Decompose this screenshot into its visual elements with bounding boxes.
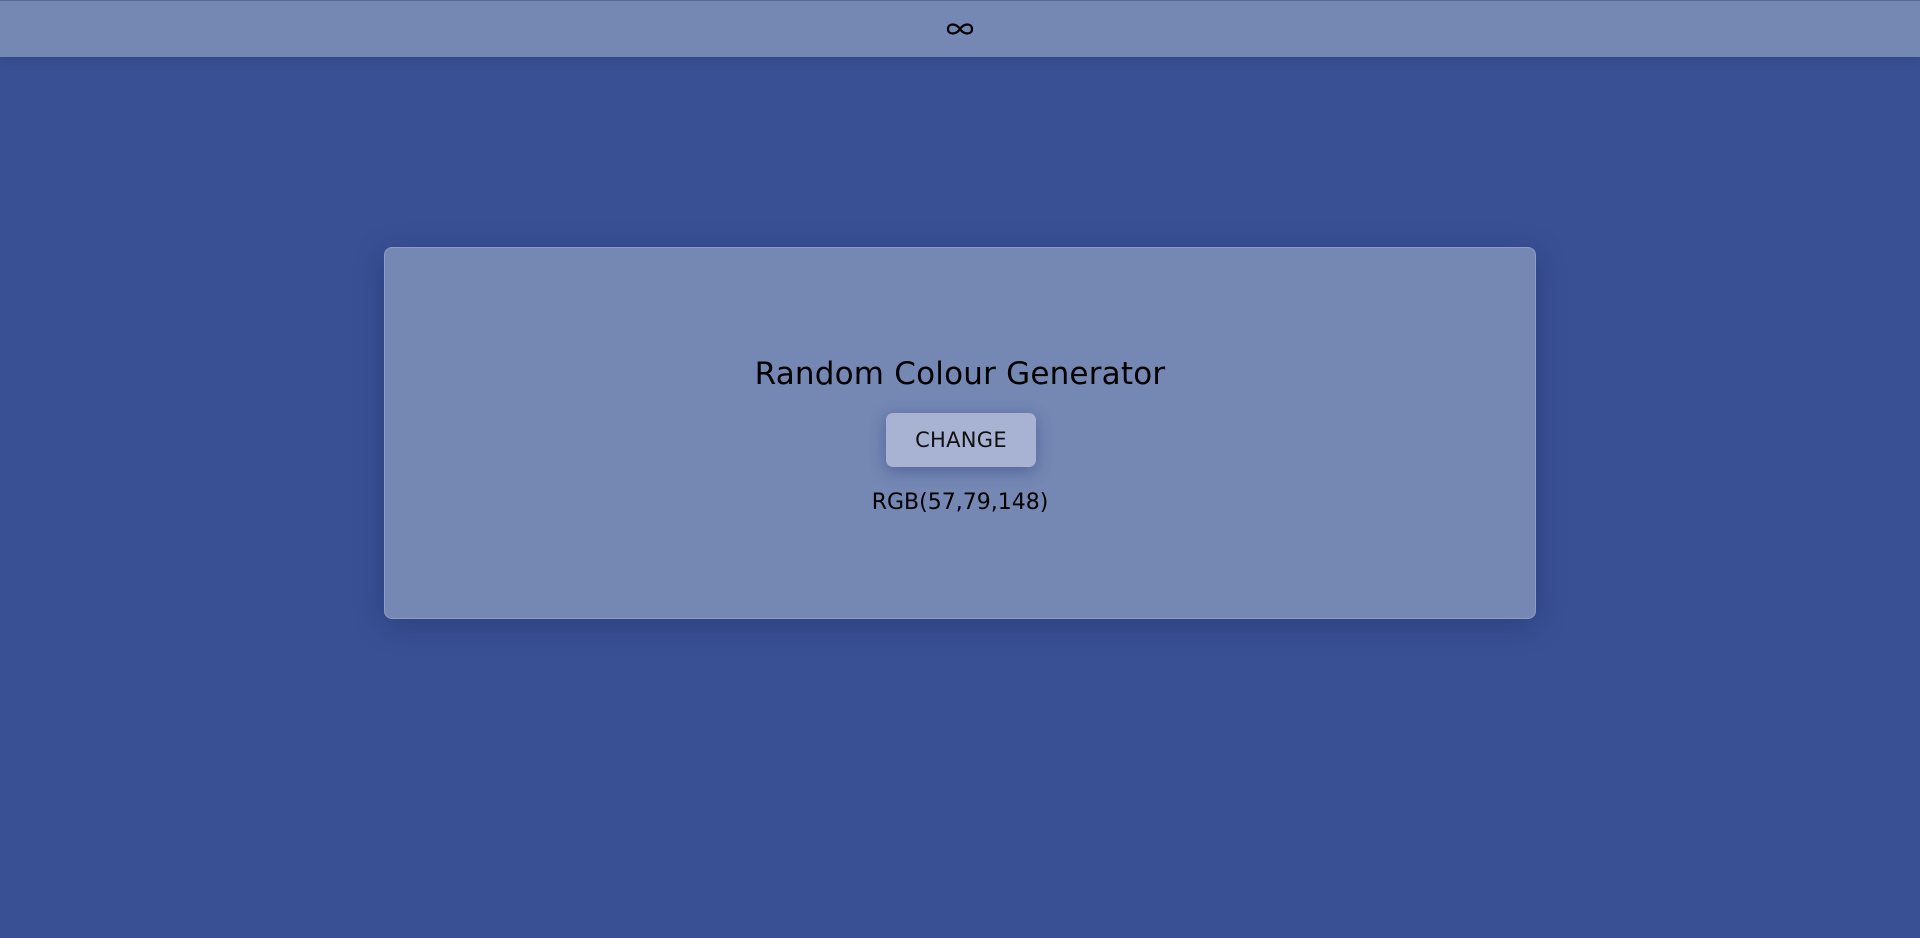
top-bar [0,0,1920,57]
infinity-icon [946,23,974,35]
rgb-value-text: RGB(57,79,148) [871,490,1049,515]
page-title: Random Colour Generator [754,356,1166,392]
colour-generator-card: Random Colour Generator CHANGE RGB(57,79… [384,247,1536,619]
change-button[interactable]: CHANGE [886,413,1036,467]
